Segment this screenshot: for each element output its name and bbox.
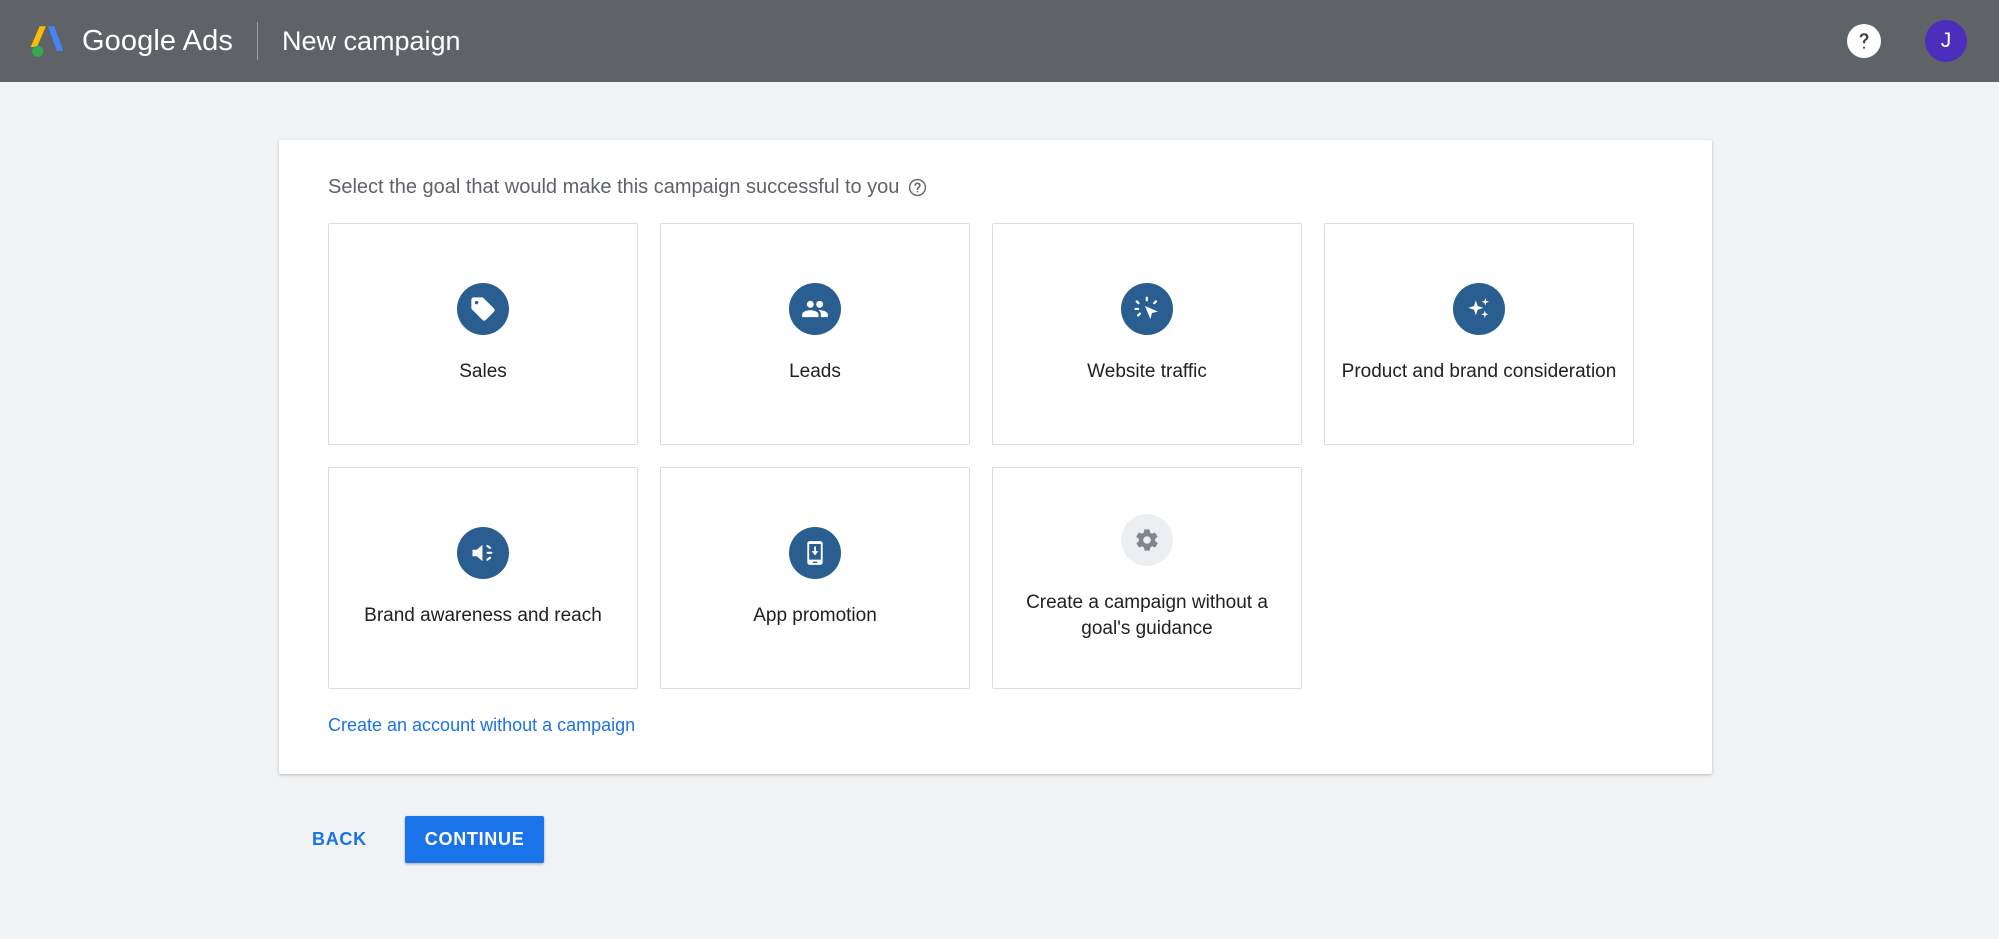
brand-zone[interactable]: Google Ads (26, 0, 233, 82)
goal-card-grid: Sales Leads Website traffic Product and … (279, 223, 1712, 689)
goal-card-label: App promotion (753, 605, 877, 627)
goal-card-brand-awareness-reach[interactable]: Brand awareness and reach (328, 467, 638, 689)
avatar[interactable]: J (1925, 20, 1967, 62)
action-row: BACK CONTINUE (279, 816, 1999, 863)
brand-name: Google Ads (82, 24, 233, 57)
goal-card-label: Website traffic (1087, 361, 1207, 383)
goal-selection-panel: Select the goal that would make this cam… (279, 140, 1712, 774)
cursor-click-icon (1121, 283, 1173, 336)
panel-heading: Select the goal that would make this cam… (279, 176, 1712, 199)
goal-card-app-promotion[interactable]: App promotion (660, 467, 970, 689)
header-divider (256, 22, 258, 60)
header-actions: J (1847, 20, 1971, 62)
mobile-download-icon (789, 527, 841, 580)
page-title: New campaign (281, 25, 461, 56)
goal-card-no-goal-guidance[interactable]: Create a campaign without a goal's guida… (992, 467, 1302, 689)
goal-card-product-brand-consideration[interactable]: Product and brand consideration (1324, 223, 1634, 445)
goal-card-sales[interactable]: Sales (328, 223, 638, 445)
goal-card-label: Product and brand consideration (1341, 361, 1617, 383)
price-tag-icon (457, 283, 509, 336)
app-header: Google Ads New campaign J (0, 0, 1999, 82)
google-ads-logo-icon (26, 20, 68, 62)
goal-card-label: Leads (789, 361, 841, 383)
create-account-without-campaign-link[interactable]: Create an account without a campaign (328, 715, 635, 735)
gear-icon (1121, 514, 1173, 567)
goal-card-label: Sales (459, 361, 507, 383)
help-outline-icon[interactable] (908, 178, 927, 197)
speaker-volume-icon (457, 527, 509, 580)
sparkles-icon (1453, 283, 1505, 336)
goal-card-label: Brand awareness and reach (364, 605, 602, 627)
goal-card-website-traffic[interactable]: Website traffic (992, 223, 1302, 445)
goal-card-label: Create a campaign without a goal's guida… (1026, 592, 1268, 639)
page-body: Select the goal that would make this cam… (0, 82, 1999, 863)
help-circle-icon[interactable] (1847, 24, 1881, 58)
goal-card-leads[interactable]: Leads (660, 223, 970, 445)
panel-heading-text: Select the goal that would make this cam… (328, 176, 900, 198)
back-button[interactable]: BACK (300, 819, 379, 860)
continue-button[interactable]: CONTINUE (404, 816, 545, 863)
panel-link-row: Create an account without a campaign (279, 715, 1712, 736)
people-group-icon (789, 283, 841, 336)
